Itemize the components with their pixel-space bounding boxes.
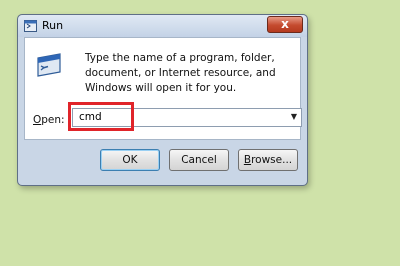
open-label-text: pen: — [41, 114, 65, 126]
ok-button[interactable]: OK — [100, 149, 160, 171]
dialog-description: Type the name of a program, folder, docu… — [85, 52, 276, 94]
browse-label: rowse... — [251, 154, 293, 166]
close-button[interactable]: x — [267, 16, 303, 33]
browse-accelerator: B — [243, 154, 252, 166]
run-program-icon — [37, 53, 61, 77]
browse-button[interactable]: Browse... — [238, 149, 298, 171]
run-dialog-window: Run x Type the name of a program, folder… — [17, 14, 308, 186]
window-title: Run — [42, 19, 64, 32]
open-label: Open: — [33, 114, 65, 126]
chevron-down-icon[interactable]: ▼ — [291, 112, 297, 121]
cancel-button[interactable]: Cancel — [169, 149, 229, 171]
title-bar[interactable]: Run x — [18, 15, 307, 37]
dialog-content: Type the name of a program, folder, docu… — [24, 37, 302, 140]
open-input-value[interactable]: cmd — [79, 111, 102, 123]
open-input[interactable]: cmd ▼ — [72, 108, 302, 127]
close-icon: x — [281, 17, 289, 31]
run-icon — [24, 20, 37, 32]
